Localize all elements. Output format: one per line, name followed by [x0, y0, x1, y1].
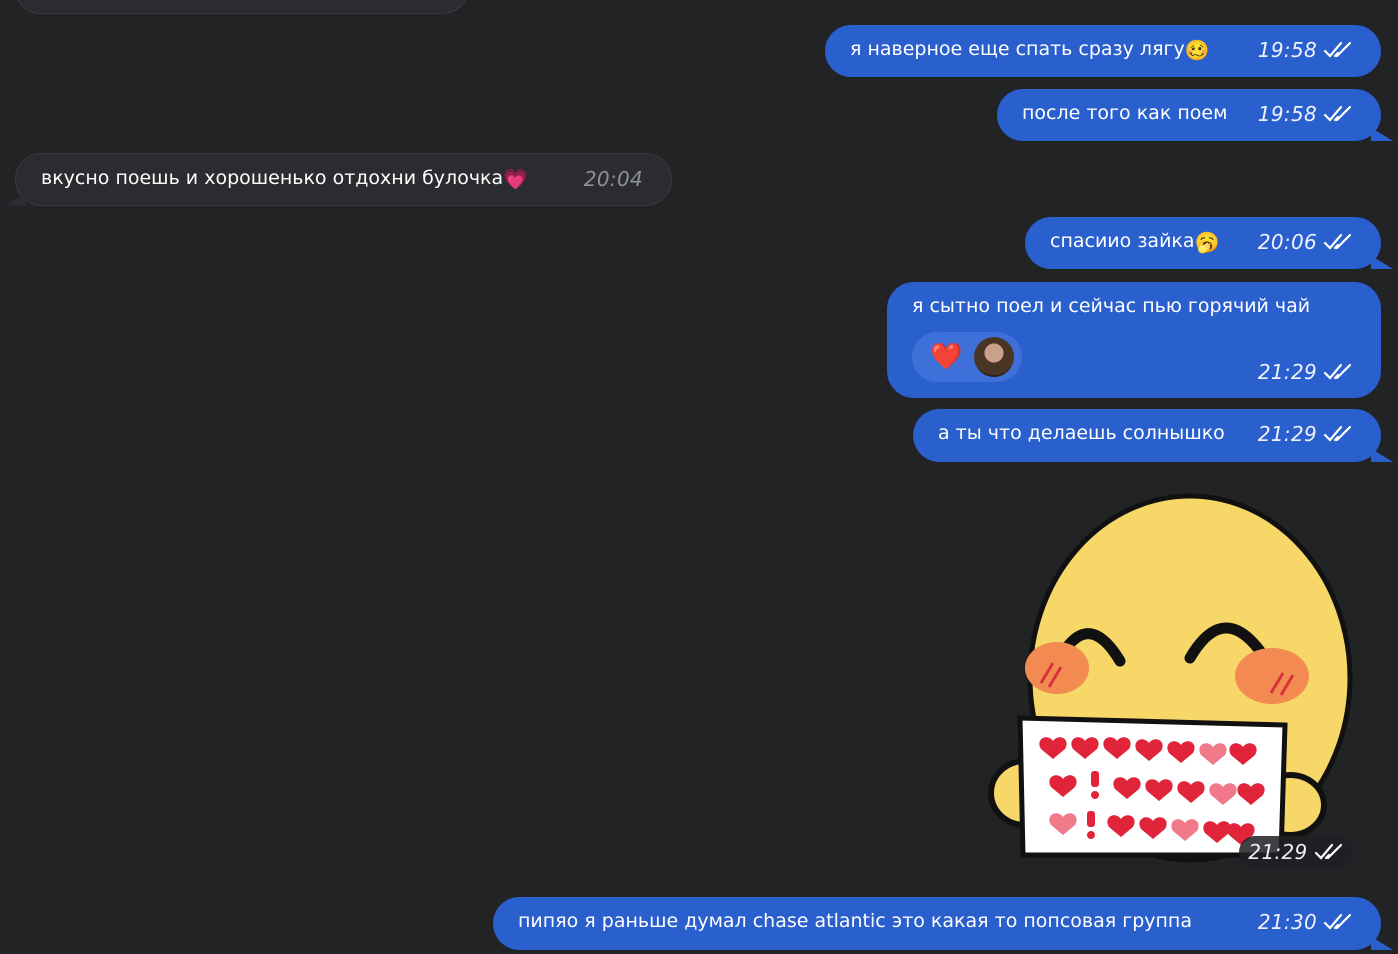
message-meta: 19:58: [1258, 102, 1353, 126]
double-check-icon: [1323, 425, 1352, 442]
sticker-smiling-face-holding-hearts[interactable]: [985, 493, 1355, 863]
reactor-avatar: [974, 337, 1015, 377]
bubble-tail: [1371, 251, 1393, 269]
double-check-icon: [1323, 41, 1352, 58]
message-meta: 20:06: [1258, 230, 1353, 254]
sticker-right-cheek: [1235, 648, 1309, 704]
message-bubble-incoming[interactable]: вкусно поешь и хорошенько отдохни булочк…: [4, 153, 672, 206]
message-meta: 21:29: [1258, 360, 1353, 384]
double-check-icon: [1323, 233, 1352, 250]
message-text: спасиио зайка🥱: [1050, 229, 1220, 254]
red-heart-reaction-icon: ❤️: [930, 342, 963, 372]
message-text: я наверное еще спать сразу лягу🥴: [850, 37, 1210, 62]
message-text: я сытно поел и сейчас пью горячий чай: [912, 295, 1311, 317]
message-meta: 20:04: [584, 167, 643, 191]
chat-area: я наверное еще спать сразу лягу🥴 19:58 п…: [0, 0, 1398, 954]
message-text: пипяо я раньше думал chase atlantic это …: [518, 910, 1192, 932]
bubble-tail: [4, 188, 26, 206]
bubble-tail: [1371, 123, 1393, 141]
message-bubble-outgoing[interactable]: я наверное еще спать сразу лягу🥴 19:58: [825, 25, 1381, 77]
message-time: 21:30: [1257, 910, 1317, 934]
message-bubble-incoming-partial[interactable]: [14, 0, 469, 14]
message-bubble-outgoing[interactable]: пипяо я раньше думал chase atlantic это …: [493, 897, 1393, 950]
double-check-icon: [1323, 913, 1352, 930]
sticker-time-badge: 21:29: [1239, 836, 1353, 868]
bubble-tail: [1371, 932, 1393, 950]
message-bubble-outgoing[interactable]: спасиио зайка🥱 20:06: [1025, 217, 1393, 269]
pink-heart-emoji: 💗: [503, 166, 529, 191]
message-time: 21:29: [1257, 360, 1317, 384]
message-bubble-outgoing[interactable]: после того как поем 19:58: [997, 89, 1393, 141]
woozy-face-emoji: 🥴: [1184, 37, 1210, 62]
double-check-icon: [1314, 843, 1342, 860]
message-meta: 21:30: [1258, 910, 1353, 934]
message-text: а ты что делаешь солнышко: [938, 422, 1225, 444]
message-bubble-outgoing[interactable]: а ты что делаешь солнышко 21:29: [913, 409, 1393, 462]
message-time: 21:29: [1257, 422, 1317, 446]
yawning-face-emoji: 🥱: [1194, 229, 1220, 254]
reaction-chip[interactable]: ❤️: [912, 332, 1022, 382]
message-meta: 19:58: [1258, 38, 1353, 62]
message-meta: 21:29: [1258, 422, 1353, 446]
message-time: 20:06: [1257, 230, 1317, 254]
message-time: 19:58: [1257, 102, 1317, 126]
message-text: вкусно поешь и хорошенько отдохни булочк…: [41, 166, 529, 191]
message-text: после того как поем: [1022, 102, 1228, 124]
bubble-tail: [1371, 444, 1393, 462]
message-time: 20:04: [583, 167, 643, 191]
message-bubble-outgoing[interactable]: я сытно поел и сейчас пью горячий чай ❤️…: [887, 282, 1381, 398]
double-check-icon: [1323, 363, 1352, 380]
message-time: 21:29: [1248, 840, 1308, 864]
message-time: 19:58: [1257, 38, 1317, 62]
double-check-icon: [1323, 105, 1352, 122]
sticker-left-cheek: [1025, 642, 1089, 694]
